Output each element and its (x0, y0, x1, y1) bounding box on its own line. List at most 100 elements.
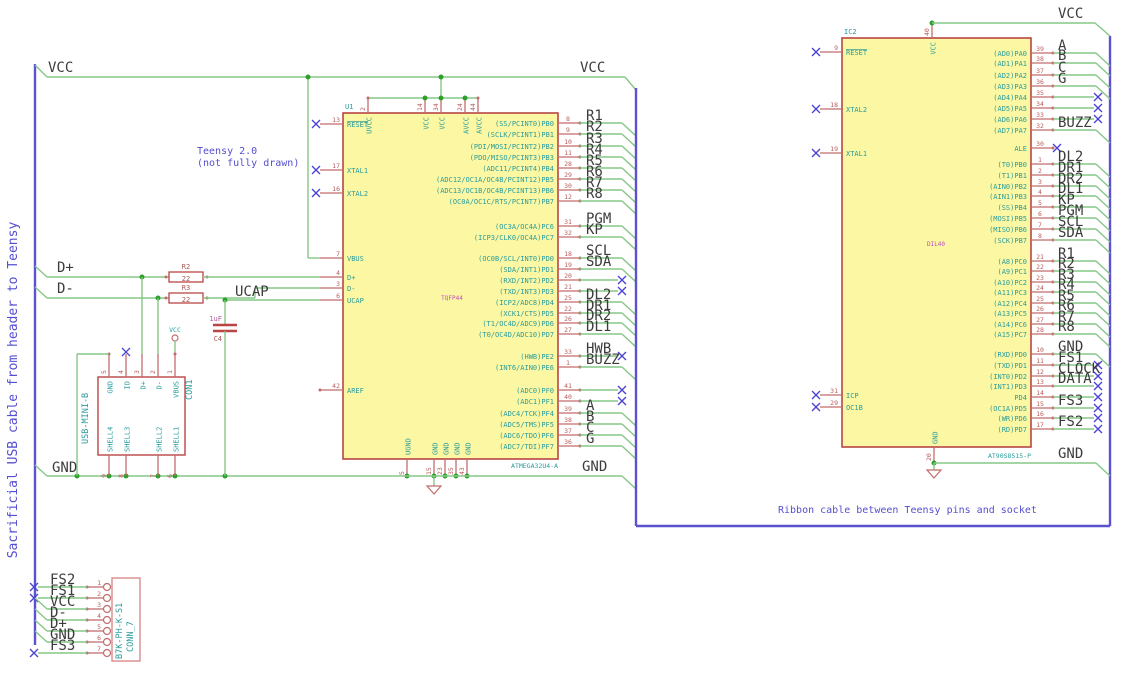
wire (1095, 74, 1111, 89)
pin-number: 27 (1036, 316, 1044, 324)
net-label[interactable]: BUZZ (586, 352, 620, 368)
pin-name: (T1)PB1 (997, 172, 1027, 180)
vcc-power-symbol[interactable] (171, 334, 179, 342)
net-label[interactable]: KP (586, 222, 603, 238)
wire (621, 236, 637, 251)
pin-name: ALE (1014, 145, 1027, 153)
net-label-dplus[interactable]: D+ (57, 260, 74, 276)
pin-number: 8 (1038, 232, 1042, 240)
pin-number: 14 (416, 103, 424, 111)
net-label[interactable]: BUZZ (1058, 115, 1092, 131)
pin-number: 1 (166, 370, 174, 374)
net-label-gnd[interactable]: GND (582, 459, 607, 475)
pin-name: (RXD)PD0 (993, 351, 1027, 359)
net-label[interactable]: FS2 (1058, 414, 1083, 430)
connector-pin-circle (102, 604, 112, 614)
pin-number: 14 (1036, 389, 1044, 397)
r3-reference: R3 (182, 284, 190, 292)
wire (34, 608, 48, 621)
ic2-value: DIL40 (927, 241, 945, 248)
pin-name: GND (932, 431, 940, 444)
pin-name: GND (107, 381, 115, 394)
pin-name: (AD7)PA7 (993, 127, 1027, 135)
pin-number: 43 (458, 467, 466, 475)
net-label[interactable]: SDA (586, 254, 612, 270)
pin-name: OC1B (846, 404, 863, 412)
pin-name: GND (454, 442, 462, 455)
net-label[interactable]: G (586, 431, 594, 447)
pin-number: 40 (923, 28, 931, 36)
net-label-vcc[interactable]: VCC (48, 60, 73, 76)
connector-pin-circle (102, 626, 112, 636)
pin-name: UGND (405, 438, 413, 455)
wire (34, 619, 48, 632)
schematic-canvas[interactable]: Sacrificial USB cable from header to Tee… (0, 0, 1131, 690)
conn7-reference: CONN_7 (126, 621, 136, 652)
pin-name: (SDA/INT1)PD1 (499, 266, 554, 274)
con1-value: USB-MINI-B (81, 393, 91, 444)
pin-name: VBUS (173, 381, 181, 398)
pin-number: 5 (1038, 199, 1042, 207)
net-label[interactable]: FS3 (50, 638, 75, 654)
pin-name: XTAL1 (846, 150, 867, 158)
con1-reference: CON1 (185, 380, 195, 400)
pin-name: XTAL2 (347, 190, 368, 198)
pin-number: 32 (564, 229, 572, 237)
pin-name: (AIN0)PB2 (989, 183, 1027, 191)
wire (1095, 129, 1111, 144)
net-label[interactable]: FS3 (1058, 393, 1083, 409)
net-label-dminus[interactable]: D- (57, 281, 74, 297)
pin-number: 33 (564, 348, 572, 356)
wire (621, 200, 637, 215)
pin-number: 28 (564, 160, 572, 168)
pin-name: VCC (439, 117, 447, 130)
pin-name: D+ (347, 274, 355, 282)
net-label-gnd[interactable]: GND (1058, 446, 1083, 462)
pin-number: 13 (1036, 378, 1044, 386)
pin-name: (AD4)PA4 (993, 94, 1027, 102)
pin-number: 23 (436, 467, 444, 475)
pin-name: (ADC4/TCK)PF4 (499, 410, 554, 418)
wire (621, 423, 637, 438)
net-label-gnd[interactable]: GND (52, 460, 77, 476)
pin-number: 17 (1036, 421, 1044, 429)
pin-number: 42 (332, 382, 340, 390)
pin-name: (SS/PCINT0)PB0 (495, 120, 554, 128)
pin-number: 1 (1038, 156, 1042, 164)
pin-number: 6 (166, 474, 174, 478)
net-label-vcc[interactable]: VCC (1058, 6, 1083, 22)
pin-number: 15 (1036, 400, 1044, 408)
pin-name: (AD5)PA5 (993, 105, 1027, 113)
wire (621, 167, 637, 182)
u1-value: TQFP44 (441, 295, 463, 302)
schematic-drawing: Sacrificial USB cable from header to Tee… (6, 6, 1112, 662)
pin-name: GND (432, 442, 440, 455)
note-ribbon: Ribbon cable between Teensy pins and soc… (778, 505, 1037, 516)
pin-name: (A8)PC0 (997, 258, 1027, 266)
net-label[interactable]: DATA (1058, 371, 1092, 387)
pin-number: 6 (97, 634, 101, 642)
net-label[interactable]: R8 (586, 186, 603, 202)
wire (34, 630, 48, 643)
pin-number: 28 (1036, 326, 1044, 334)
u1-footprint: ATMEGA32U4-A (511, 462, 558, 470)
net-label[interactable]: R8 (1058, 319, 1075, 335)
net-label[interactable]: SDA (1058, 225, 1084, 241)
pin-name: D- (156, 381, 164, 389)
wire (621, 178, 637, 193)
wire (621, 366, 637, 381)
pin-number: 38 (1036, 55, 1044, 63)
note-teensy-2: (not fully drawn) (197, 158, 299, 169)
pin-number: 3 (1038, 178, 1042, 186)
pin-number: 21 (1036, 253, 1044, 261)
net-label[interactable]: G (1058, 71, 1066, 87)
ic2-reference: IC2 (844, 28, 857, 36)
pin-number: 12 (1036, 368, 1044, 376)
pin-number: 31 (830, 387, 838, 395)
wire (621, 133, 637, 148)
net-label-ucap[interactable]: UCAP (235, 284, 269, 300)
net-label[interactable]: DL1 (586, 319, 611, 335)
pin-number: 9 (566, 126, 570, 134)
net-label-vcc[interactable]: VCC (580, 60, 605, 76)
wire (34, 464, 48, 477)
